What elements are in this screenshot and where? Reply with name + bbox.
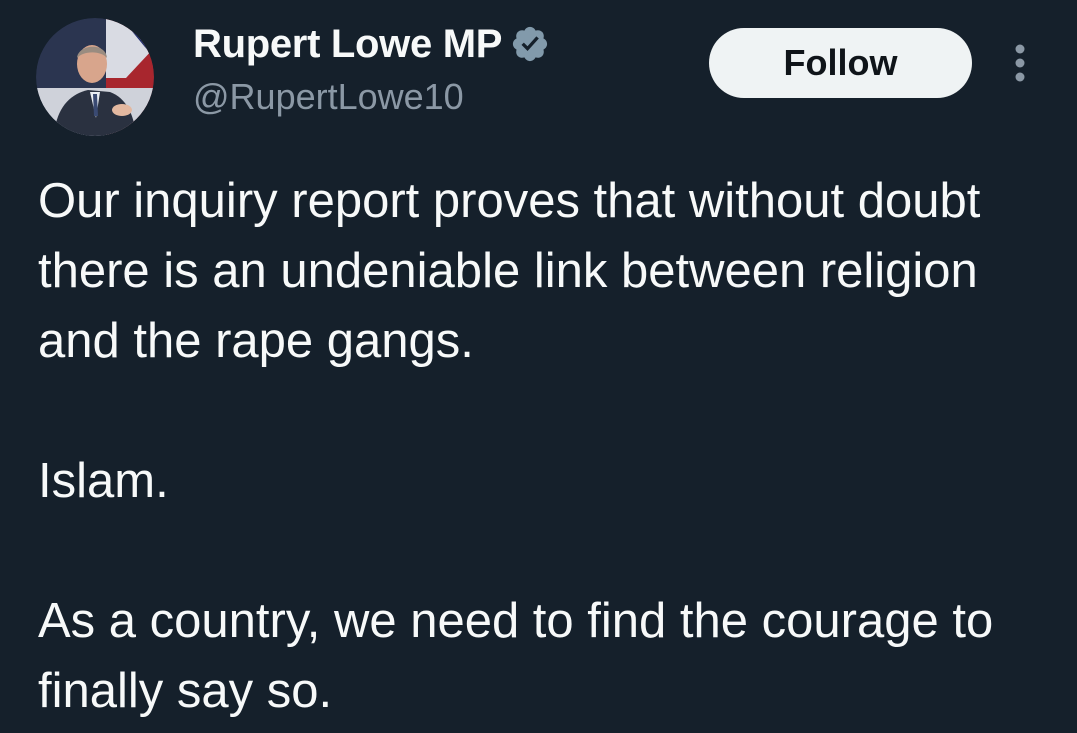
display-name[interactable]: Rupert Lowe MP [193, 22, 502, 67]
tweet-paragraph: Islam. [38, 454, 169, 508]
more-options-icon[interactable] [1006, 42, 1034, 84]
follow-button[interactable]: Follow [709, 28, 972, 98]
profile-photo-avatar-icon [36, 18, 154, 136]
tweet-text: Our inquiry report proves that without d… [38, 166, 1048, 726]
tweet-paragraph: Our inquiry report proves that without d… [38, 174, 981, 368]
author-handle[interactable]: @RupertLowe10 [193, 76, 464, 118]
tweet-paragraph: As a country, we need to find the courag… [38, 594, 994, 718]
author-name-row: Rupert Lowe MP [193, 20, 550, 68]
avatar[interactable] [36, 18, 154, 136]
tweet-card: Rupert Lowe MP @RupertLowe10 Follow Our … [0, 0, 1077, 733]
verified-badge-icon [510, 24, 550, 64]
